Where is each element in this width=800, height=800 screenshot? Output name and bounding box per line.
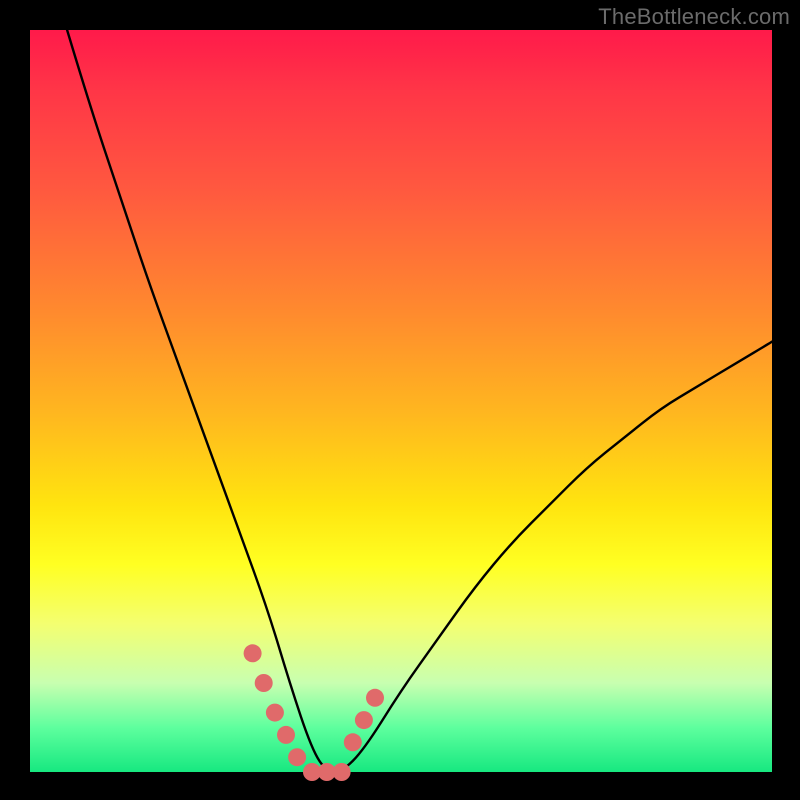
bottleneck-curve bbox=[67, 30, 772, 772]
curve-line bbox=[67, 30, 772, 772]
highlight-dot bbox=[255, 674, 273, 692]
highlight-markers bbox=[244, 644, 384, 781]
plot-area bbox=[30, 30, 772, 772]
highlight-dot bbox=[277, 726, 295, 744]
highlight-dot bbox=[355, 711, 373, 729]
highlight-dot bbox=[288, 748, 306, 766]
chart-frame: TheBottleneck.com bbox=[0, 0, 800, 800]
highlight-dot bbox=[333, 763, 351, 781]
watermark-text: TheBottleneck.com bbox=[598, 4, 790, 30]
highlight-dot bbox=[366, 689, 384, 707]
highlight-dot bbox=[244, 644, 262, 662]
curve-svg bbox=[30, 30, 772, 772]
highlight-dot bbox=[344, 733, 362, 751]
highlight-dot bbox=[266, 704, 284, 722]
